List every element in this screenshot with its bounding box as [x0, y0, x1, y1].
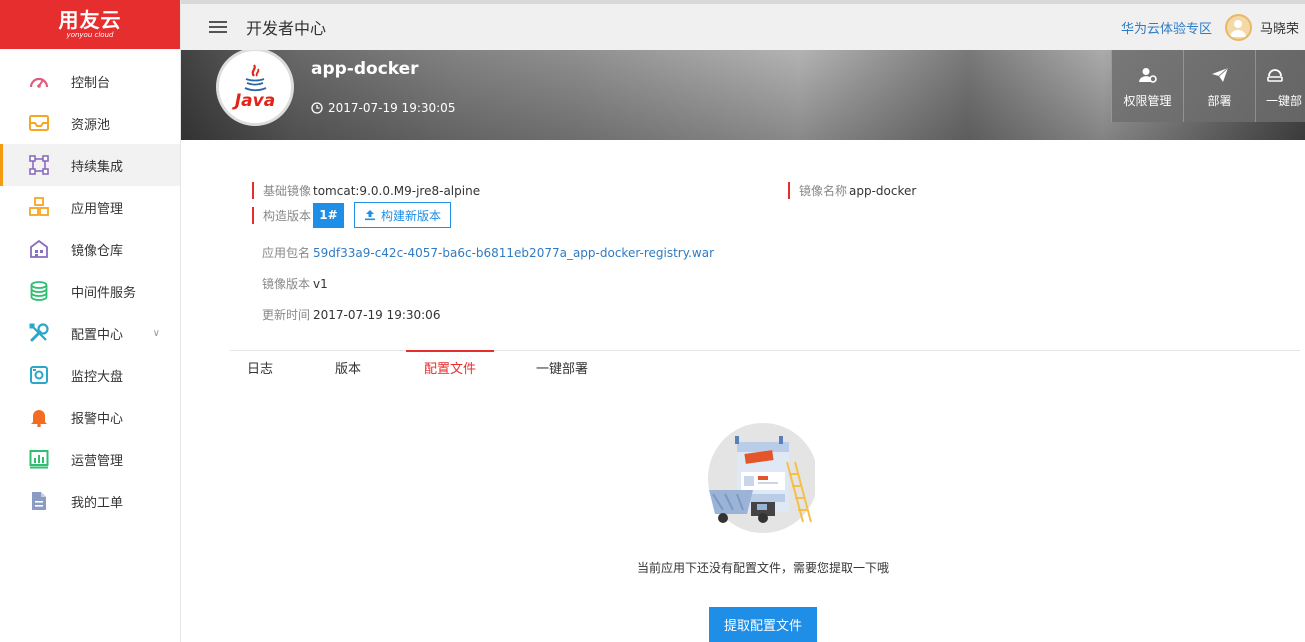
brand-logo[interactable]: 用友云 yonyou cloud: [0, 0, 180, 49]
user-settings-icon: [1138, 64, 1157, 86]
page-title: 开发者中心: [246, 19, 327, 38]
sidebar-item-alert-center[interactable]: 报警中心: [0, 396, 180, 438]
app-banner: Java app-docker 2017-07-19 19:30:05 权限管理…: [181, 50, 1305, 140]
sidebar-item-resource-pool[interactable]: 资源池: [0, 102, 180, 144]
sidebar-item-config-center[interactable]: 配置中心 ∨: [0, 312, 180, 354]
java-logo-icon: Java: [216, 50, 294, 126]
base-image-label: 基础镜像: [252, 182, 313, 199]
inbox-icon: [28, 112, 50, 134]
package-link[interactable]: 59df33a9-c42c-4057-ba6c-b6811eb2077a_app…: [313, 246, 714, 260]
sidebar-item-work-orders[interactable]: 我的工单: [0, 480, 180, 522]
image-name-value: app-docker: [849, 183, 917, 198]
build-new-version-label: 构建新版本: [381, 208, 442, 223]
tools-icon: [28, 322, 50, 344]
tab-one-click-deploy[interactable]: 一键部署: [530, 351, 594, 383]
updated-at-row: 更新时间 2017-07-19 19:30:06: [252, 306, 440, 323]
permission-management-label: 权限管理: [1123, 93, 1172, 108]
image-name-label: 镜像名称: [788, 182, 849, 199]
package-row: 应用包名 59df33a9-c42c-4057-ba6c-b6811eb2077…: [252, 244, 714, 261]
app-created-time-value: 2017-07-19 19:30:05: [328, 101, 456, 115]
sidebar-item-image-registry[interactable]: 镜像仓库: [0, 228, 180, 270]
upload-icon: [365, 210, 375, 221]
cubes-icon: [28, 196, 50, 218]
java-logo-text: Java: [234, 91, 276, 111]
tab-versions[interactable]: 版本: [328, 351, 368, 383]
chart-icon: [28, 448, 50, 470]
empty-config-illustration: [703, 422, 818, 534]
extract-config-button[interactable]: 提取配置文件: [709, 607, 817, 642]
header-right: 华为云体验专区 马晓荣: [1121, 13, 1305, 41]
updated-at-label: 更新时间: [262, 308, 311, 322]
app-name: app-docker: [311, 59, 419, 79]
permission-management-button[interactable]: 权限管理: [1111, 50, 1183, 122]
warehouse-icon: [28, 238, 50, 260]
username[interactable]: 马晓荣: [1260, 18, 1299, 37]
image-version-value: v1: [313, 276, 328, 291]
tab-logs[interactable]: 日志: [240, 351, 280, 383]
sidebar-item-label: 持续集成: [71, 159, 124, 175]
sidebar-item-app-management[interactable]: 应用管理: [0, 186, 180, 228]
base-image-value: tomcat:9.0.0.M9-jre8-alpine: [313, 183, 481, 198]
sidebar-item-label: 配置中心: [71, 327, 124, 343]
empty-state-message: 当前应用下还没有配置文件，需要您提取一下哦: [636, 561, 889, 575]
build-version-label: 构造版本: [252, 206, 313, 224]
sidebar-item-ci[interactable]: 持续集成: [0, 144, 180, 186]
chevron-down-icon[interactable]: ∨: [153, 328, 160, 339]
deploy-button[interactable]: 部署: [1183, 50, 1255, 122]
package-label: 应用包名: [262, 246, 311, 260]
document-icon: [28, 490, 50, 512]
sidebar-nav: 控制台 资源池 持续集成 应用管理 镜像仓库 中间件服务 配置中心 ∨ 监控大盘…: [0, 60, 180, 522]
huawei-cloud-link[interactable]: 华为云体验专区: [1121, 18, 1212, 37]
bell-icon: [28, 406, 50, 428]
dashboard-icon: [28, 70, 50, 92]
image-version-row: 镜像版本 v1: [252, 275, 328, 292]
hamburger-menu-icon[interactable]: [209, 18, 227, 36]
brand-subtitle: yonyou cloud: [66, 31, 114, 39]
sidebar-item-console[interactable]: 控制台: [0, 60, 180, 102]
monitor-icon: [28, 364, 50, 386]
sidebar-item-label: 资源池: [71, 117, 111, 133]
image-version-label: 镜像版本: [262, 277, 311, 291]
database-icon: [28, 280, 50, 302]
base-image-row: 基础镜像 tomcat:9.0.0.M9-jre8-alpine: [252, 182, 480, 199]
cloud-deploy-icon: [1266, 64, 1284, 86]
clock-icon: [311, 102, 323, 114]
sidebar-item-label: 镜像仓库: [71, 243, 124, 259]
tab-config-files[interactable]: 配置文件: [406, 350, 494, 382]
sidebar-item-label: 我的工单: [71, 495, 124, 511]
deploy-label: 部署: [1207, 93, 1232, 108]
paper-plane-icon: [1211, 64, 1229, 86]
build-version-badge[interactable]: 1#: [313, 202, 344, 228]
image-name-row: 镜像名称 app-docker: [788, 182, 916, 199]
build-new-version-button[interactable]: 构建新版本: [354, 202, 452, 228]
sidebar-item-label: 控制台: [71, 75, 111, 91]
integration-icon: [28, 154, 50, 176]
build-version-row: 构造版本 1# 构建新版本: [252, 202, 452, 228]
top-bar: 开发者中心 华为云体验专区 马晓荣: [181, 0, 1305, 50]
app-actions: 权限管理 部署 一键部: [1111, 50, 1305, 122]
brand-name: 用友云: [58, 8, 122, 32]
detail-tabs: 日志 版本 配置文件 一键部署: [230, 350, 1300, 382]
sidebar-item-label: 报警中心: [71, 411, 124, 427]
sidebar: 用友云 yonyou cloud 控制台 资源池 持续集成 应用管理 镜像仓库 …: [0, 0, 181, 642]
updated-at-value: 2017-07-19 19:30:06: [313, 307, 441, 322]
one-click-deploy-label: 一键部: [1266, 93, 1303, 108]
one-click-deploy-button[interactable]: 一键部: [1255, 50, 1305, 122]
sidebar-item-label: 监控大盘: [71, 369, 124, 385]
sidebar-item-monitor[interactable]: 监控大盘: [0, 354, 180, 396]
sidebar-item-label: 运营管理: [71, 453, 124, 469]
sidebar-item-operations[interactable]: 运营管理: [0, 438, 180, 480]
sidebar-item-label: 应用管理: [71, 201, 124, 217]
avatar[interactable]: [1224, 13, 1252, 41]
sidebar-item-label: 中间件服务: [71, 285, 137, 301]
sidebar-item-middleware[interactable]: 中间件服务: [0, 270, 180, 312]
app-created-time: 2017-07-19 19:30:05: [311, 101, 455, 115]
